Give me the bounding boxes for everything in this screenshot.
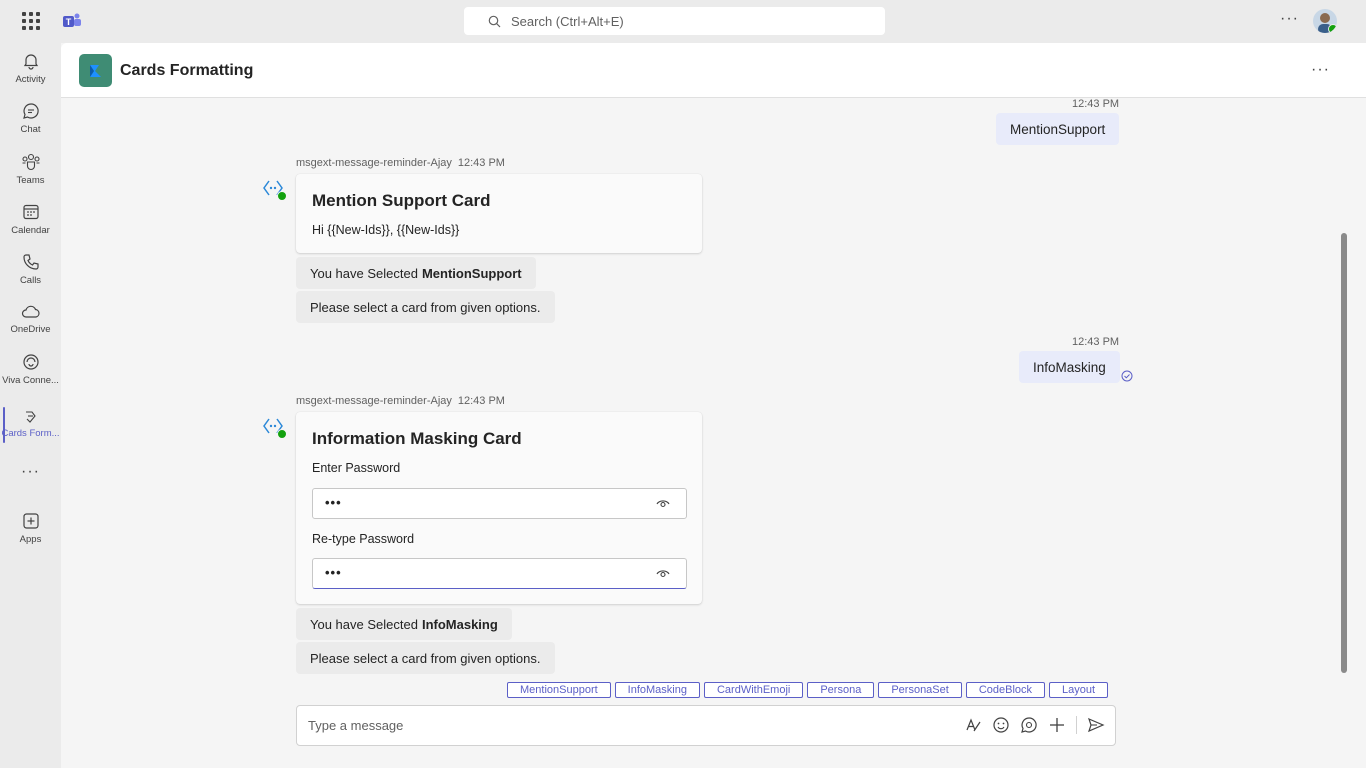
suggestion-button[interactable]: InfoMasking <box>614 682 700 698</box>
message-timestamp: 12:43 PM <box>1072 336 1120 348</box>
message-timestamp: 12:43 PM <box>1072 98 1120 110</box>
rail-item-cards-formatting[interactable]: Cards Form... <box>0 399 61 449</box>
teams-icon <box>21 153 40 170</box>
rail-label: Apps <box>19 533 42 545</box>
presence-available-icon <box>277 191 287 201</box>
suggestion-button[interactable]: CardWithEmoji <box>703 682 804 698</box>
password-value: ••• <box>325 565 342 580</box>
rail-label: Calls <box>19 274 42 286</box>
rail-label: Cards Form... <box>1 427 60 439</box>
chat-more-options-button[interactable]: ··· <box>1311 61 1330 79</box>
eye-icon[interactable] <box>656 568 670 579</box>
toolbar-divider <box>1076 716 1077 734</box>
cloud-icon <box>21 305 40 318</box>
suggestion-button[interactable]: PersonaSet <box>878 682 962 698</box>
rail-label: Viva Conne... <box>2 374 59 386</box>
sent-message[interactable]: MentionSupport <box>996 113 1120 145</box>
selected-prefix: You have Selected <box>310 265 418 281</box>
chat-header: Cards Formatting ··· <box>61 43 1366 98</box>
app-launcher-icon[interactable] <box>22 12 40 30</box>
compose-box[interactable]: Type a message <box>296 705 1116 746</box>
rail-label: Activity <box>15 73 46 85</box>
viva-icon <box>22 353 39 370</box>
top-bar: T Search (Ctrl+Alt+E) ··· <box>0 0 1366 43</box>
adaptive-card-information-masking: Information Masking Card Enter Password … <box>296 412 702 604</box>
search-input[interactable]: Search (Ctrl+Alt+E) <box>464 7 885 35</box>
search-icon <box>488 15 501 27</box>
password-label: Enter Password <box>312 461 401 475</box>
teams-logo-icon: T <box>63 13 81 27</box>
sender-name: msgext-message-reminder-Ajay <box>296 395 452 407</box>
rail-more-apps-button[interactable]: ··· <box>0 463 61 481</box>
presence-available-icon <box>1328 24 1337 33</box>
search-placeholder: Search (Ctrl+Alt+E) <box>511 13 624 29</box>
bot-avatar[interactable] <box>262 415 287 439</box>
presence-available-icon <box>277 429 287 439</box>
bot-message-selected: You have Selected MentionSupport <box>296 257 536 289</box>
sent-message[interactable]: InfoMasking <box>1019 351 1120 383</box>
suggestion-button[interactable]: MentionSupport <box>507 682 611 698</box>
bot-message-prompt: Please select a card from given options. <box>296 291 555 323</box>
password-field[interactable]: ••• <box>312 488 687 519</box>
suggestion-button[interactable]: Persona <box>807 682 875 698</box>
sender-name: msgext-message-reminder-Ajay <box>296 157 452 169</box>
message-sender-header: msgext-message-reminder-Ajay 12:43 PM <box>296 157 505 169</box>
attach-plus-icon[interactable] <box>1048 716 1066 734</box>
rail-item-chat[interactable]: Chat <box>0 93 61 143</box>
message-timestamp: 12:43 PM <box>457 395 505 407</box>
chat-icon <box>22 102 39 119</box>
password-value: ••• <box>325 495 342 510</box>
cards-formatting-app-icon <box>79 54 112 87</box>
user-avatar[interactable] <box>1313 9 1337 33</box>
read-receipt-icon <box>1121 370 1133 382</box>
format-icon[interactable] <box>964 716 982 734</box>
settings-more-button[interactable]: ··· <box>1280 10 1299 28</box>
suggestion-button[interactable]: Layout <box>1049 682 1109 698</box>
message-sender-header: msgext-message-reminder-Ajay 12:43 PM <box>296 395 505 407</box>
retype-password-label: Re-type Password <box>312 532 415 546</box>
app-icon <box>25 410 36 423</box>
calendar-icon <box>22 204 39 219</box>
adaptive-card-mention-support: Mention Support Card Hi {{New-Ids}}, {{N… <box>296 174 702 253</box>
retype-password-field[interactable]: ••• <box>312 558 687 589</box>
selected-value: InfoMasking <box>421 616 498 632</box>
bot-avatar[interactable] <box>262 177 287 201</box>
selected-prefix: You have Selected <box>310 616 418 632</box>
rail-item-teams[interactable]: Teams <box>0 144 61 194</box>
emoji-icon[interactable] <box>992 716 1010 734</box>
svg-text:T: T <box>66 17 72 27</box>
suggestion-button[interactable]: CodeBlock <box>965 682 1046 698</box>
message-timestamp: 12:43 PM <box>457 157 505 169</box>
send-icon[interactable] <box>1087 716 1105 734</box>
chat-pane: Cards Formatting ··· 12:43 PM MentionSup… <box>61 43 1366 768</box>
compose-toolbar <box>964 716 1105 734</box>
rail-item-calendar[interactable]: Calendar <box>0 194 61 244</box>
eye-icon[interactable] <box>656 498 670 509</box>
bot-message-prompt: Please select a card from given options. <box>296 642 555 674</box>
rail-item-viva[interactable]: Viva Conne... <box>0 344 61 394</box>
loop-icon[interactable] <box>1020 716 1038 734</box>
rail-label: Calendar <box>11 224 50 236</box>
card-title: Mention Support Card <box>312 191 491 210</box>
rail-label: OneDrive <box>10 323 51 335</box>
rail-item-onedrive[interactable]: OneDrive <box>0 294 61 344</box>
scrollbar-thumb[interactable] <box>1341 233 1347 673</box>
rail-label: Chat <box>20 123 41 135</box>
bell-icon <box>23 53 38 70</box>
chat-title: Cards Formatting <box>120 62 254 79</box>
rail-label: Teams <box>16 174 45 186</box>
selected-value: MentionSupport <box>421 265 522 281</box>
add-app-icon <box>22 512 39 529</box>
app-rail: Activity Chat Teams Calendar Calls OneDr… <box>0 43 61 768</box>
phone-icon <box>22 253 39 270</box>
rail-item-apps[interactable]: Apps <box>0 503 61 553</box>
bot-message-selected: You have Selected InfoMasking <box>296 608 512 640</box>
message-input[interactable]: Type a message <box>308 718 403 733</box>
suggested-actions: MentionSupport InfoMasking CardWithEmoji… <box>507 682 1109 698</box>
card-title: Information Masking Card <box>312 429 522 448</box>
rail-item-calls[interactable]: Calls <box>0 244 61 294</box>
rail-item-activity[interactable]: Activity <box>0 43 61 93</box>
card-body-text: Hi {{New-Ids}}, {{New-Ids}} <box>312 223 460 237</box>
